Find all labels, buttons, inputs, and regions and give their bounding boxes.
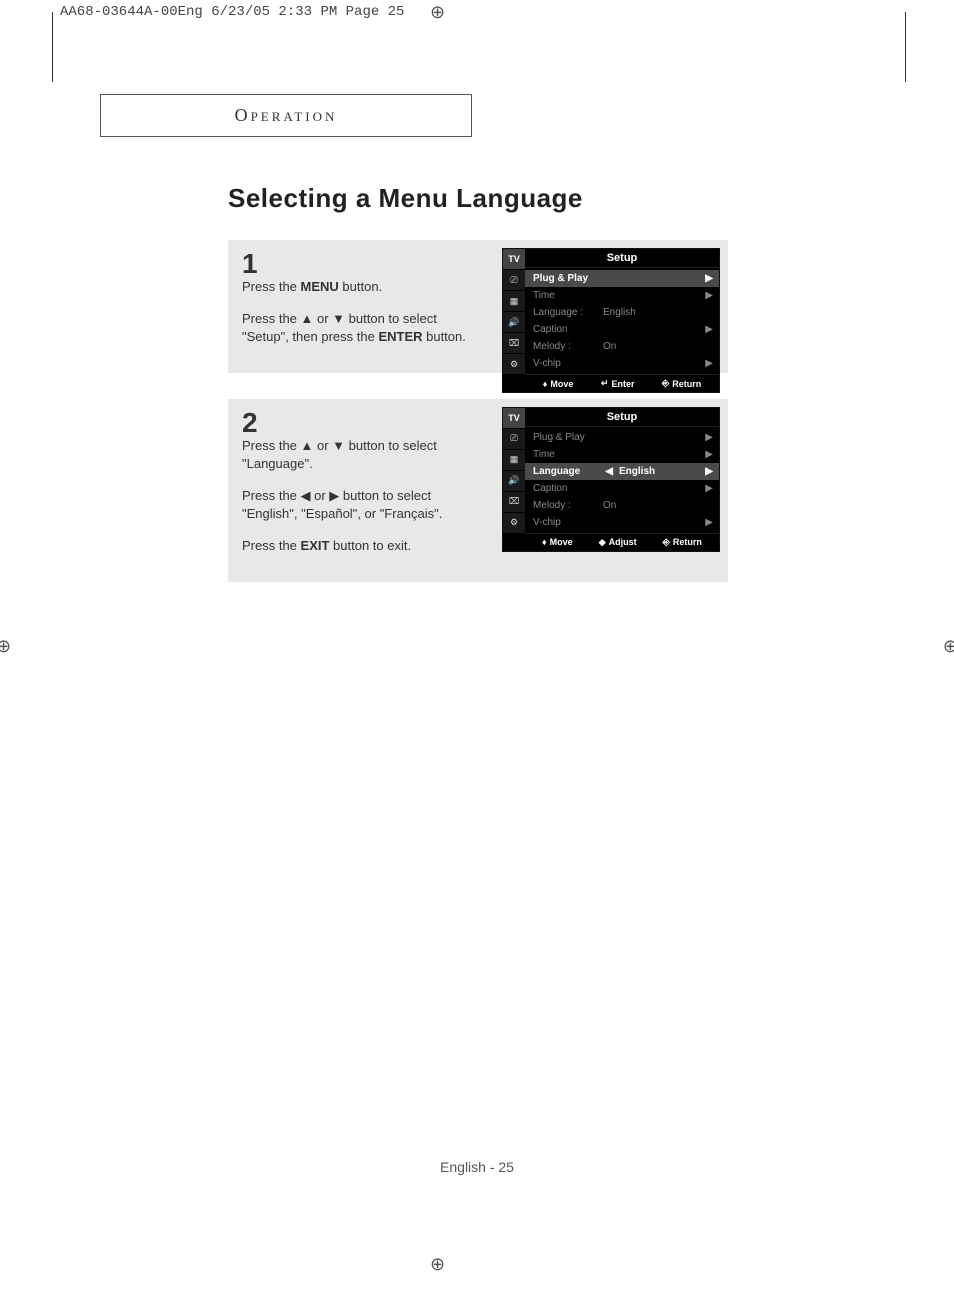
- step1-p1b: MENU: [301, 279, 339, 294]
- tv-menu-1-title: Setup: [525, 249, 719, 268]
- menu1-row-caption[interactable]: Caption ▶: [525, 321, 719, 338]
- chevron-right-icon: ▶: [703, 324, 713, 335]
- sound-icon: 🔊: [503, 471, 525, 492]
- menu2-row-value: English: [619, 466, 703, 477]
- right-crop-mark: ⊕: [943, 636, 954, 657]
- menu1-row-label: Language :: [533, 307, 603, 318]
- chevron-right-icon: ▶: [703, 290, 713, 301]
- input-icon: ⎚: [503, 270, 525, 291]
- tv-menu-2-title: Setup: [525, 408, 719, 427]
- chevron-right-icon: ▶: [703, 483, 713, 494]
- step1-p2c: button.: [423, 329, 466, 344]
- tv-menu-1-iconbar: TV ⎚ ▦ 🔊 ⌧ ⚙: [503, 249, 525, 375]
- tv-label-icon: TV: [503, 249, 525, 270]
- menu2-row-label: Time: [533, 449, 603, 460]
- channel-icon: ⌧: [503, 492, 525, 513]
- menu2-row-label: V-chip: [533, 517, 603, 528]
- footer-return: Return: [673, 537, 702, 547]
- menu1-row-label: Time: [533, 290, 603, 301]
- menu1-row-plugplay[interactable]: Plug & Play ▶: [525, 270, 719, 287]
- top-crop-mark: ⊕: [430, 2, 445, 23]
- step2-p2: Press the ◀ or ▶ button to select "Engli…: [242, 487, 472, 523]
- tv-menu-2-footer: ♦Move ◆Adjust ⎆Return: [525, 533, 719, 551]
- chevron-right-icon: ▶: [703, 432, 713, 443]
- menu2-row-value: On: [603, 500, 703, 511]
- menu1-row-label: V-chip: [533, 358, 603, 369]
- page-footer: English - 25: [0, 1159, 954, 1175]
- chevron-right-icon: ▶: [703, 358, 713, 369]
- step2-p3c: button to exit.: [329, 538, 411, 553]
- sound-icon: 🔊: [503, 312, 525, 333]
- section-title: Operation: [100, 94, 472, 137]
- step2-p3a: Press the: [242, 538, 301, 553]
- footer-adjust: Adjust: [609, 537, 637, 547]
- menu1-row-label: Plug & Play: [533, 273, 603, 284]
- menu2-row-label: Caption: [533, 483, 603, 494]
- menu1-row-language[interactable]: Language : English: [525, 304, 719, 321]
- setup-icon: ⚙: [503, 354, 525, 375]
- channel-icon: ⌧: [503, 333, 525, 354]
- menu2-row-melody[interactable]: Melody : On: [525, 497, 719, 514]
- crop-bracket-left: [52, 12, 53, 82]
- bottom-crop-mark: ⊕: [430, 1254, 445, 1275]
- left-crop-mark: ⊕: [0, 636, 11, 657]
- step1-p1a: Press the: [242, 279, 301, 294]
- menu1-row-label: Caption: [533, 324, 603, 335]
- tv-label-icon: TV: [503, 408, 525, 429]
- step1-p1c: button.: [339, 279, 382, 294]
- setup-icon: ⚙: [503, 513, 525, 534]
- menu1-row-value: On: [603, 341, 703, 352]
- step2-p3b: EXIT: [301, 538, 330, 553]
- tv-menu-2-iconbar: TV ⎚ ▦ 🔊 ⌧ ⚙: [503, 408, 525, 534]
- menu2-row-label: Language: [533, 466, 603, 477]
- tv-menu-1-list: Plug & Play ▶ Time ▶ Language : English …: [525, 268, 719, 374]
- menu2-row-plugplay[interactable]: Plug & Play ▶: [525, 429, 719, 446]
- return-icon: ⎆: [663, 537, 670, 548]
- tv-menu-1: TV ⎚ ▦ 🔊 ⌧ ⚙ Setup Plug & Play ▶ Time ▶: [502, 248, 720, 393]
- menu1-row-value: English: [603, 307, 703, 318]
- step-1-block: 1 Press the MENU button. Press the ▲ or …: [228, 240, 728, 373]
- menu2-row-label: Plug & Play: [533, 432, 603, 443]
- print-header: AA68-03644A-00Eng 6/23/05 2:33 PM Page 2…: [60, 4, 404, 20]
- step-2-block: 2 Press the ▲ or ▼ button to select "Lan…: [228, 399, 728, 582]
- step2-p1: Press the ▲ or ▼ button to select "Langu…: [242, 437, 472, 473]
- step-2-text: Press the ▲ or ▼ button to select "Langu…: [242, 437, 472, 556]
- menu2-row-vchip[interactable]: V-chip ▶: [525, 514, 719, 531]
- footer-move: Move: [550, 379, 573, 389]
- return-icon: ⎆: [662, 378, 669, 389]
- chevron-right-icon: ▶: [703, 466, 713, 477]
- tv-menu-1-footer: ♦Move ↵Enter ⎆Return: [525, 374, 719, 392]
- input-icon: ⎚: [503, 429, 525, 450]
- crop-bracket-right: [905, 12, 906, 82]
- tv-menu-2-list: Plug & Play ▶ Time ▶ Language ◀ English …: [525, 427, 719, 533]
- menu1-row-vchip[interactable]: V-chip ▶: [525, 355, 719, 372]
- menu2-row-language[interactable]: Language ◀ English ▶: [525, 463, 719, 480]
- step1-p2b: ENTER: [378, 329, 422, 344]
- picture-icon: ▦: [503, 450, 525, 471]
- chevron-right-icon: ▶: [703, 517, 713, 528]
- step-1-text: Press the MENU button. Press the ▲ or ▼ …: [242, 278, 472, 347]
- menu1-row-time[interactable]: Time ▶: [525, 287, 719, 304]
- tv-menu-2: TV ⎚ ▦ 🔊 ⌧ ⚙ Setup Plug & Play ▶ Time ▶: [502, 407, 720, 552]
- page-body: Operation Selecting a Menu Language 1 Pr…: [100, 94, 875, 582]
- updown-icon: ♦: [543, 379, 548, 389]
- footer-return: Return: [672, 379, 701, 389]
- chevron-right-icon: ▶: [703, 273, 713, 284]
- picture-icon: ▦: [503, 291, 525, 312]
- enter-icon: ↵: [601, 378, 609, 389]
- menu2-row-time[interactable]: Time ▶: [525, 446, 719, 463]
- chevron-right-icon: ▶: [703, 449, 713, 460]
- footer-move: Move: [550, 537, 573, 547]
- menu2-row-label: Melody :: [533, 500, 603, 511]
- menu1-row-label: Melody :: [533, 341, 603, 352]
- leftright-icon: ◆: [599, 537, 606, 548]
- menu2-row-caption[interactable]: Caption ▶: [525, 480, 719, 497]
- menu1-row-melody[interactable]: Melody : On: [525, 338, 719, 355]
- chevron-left-icon: ◀: [603, 466, 613, 477]
- updown-icon: ♦: [542, 537, 547, 547]
- page-title: Selecting a Menu Language: [228, 183, 875, 214]
- footer-enter: Enter: [611, 379, 634, 389]
